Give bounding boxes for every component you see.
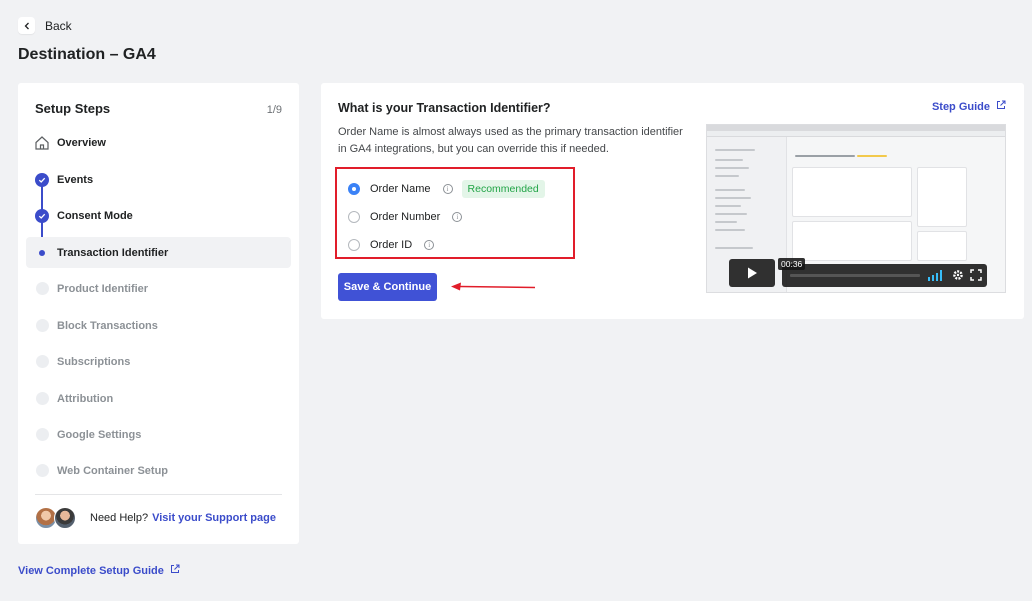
pending-step-dot bbox=[35, 392, 49, 405]
step-google-settings[interactable]: Google Settings bbox=[26, 419, 291, 450]
setup-guide-label[interactable]: View Complete Setup Guide bbox=[18, 565, 164, 577]
step-label: Product Identifier bbox=[57, 282, 149, 295]
step-label: Transaction Identifier bbox=[57, 246, 169, 259]
option-label[interactable]: Order Number bbox=[370, 211, 440, 223]
current-step-dot bbox=[39, 249, 45, 256]
step-label: Overview bbox=[57, 136, 106, 149]
video-time: 00:36 bbox=[778, 258, 806, 270]
avatar bbox=[54, 507, 76, 529]
step-events[interactable]: Events bbox=[26, 164, 291, 195]
option-label[interactable]: Order ID bbox=[370, 239, 412, 251]
steps-header: Setup Steps 1/9 bbox=[35, 101, 282, 116]
pending-step-dot bbox=[35, 464, 49, 477]
external-link-icon bbox=[170, 564, 180, 577]
step-product-identifier[interactable]: Product Identifier bbox=[26, 273, 291, 304]
pending-step-dot bbox=[35, 282, 49, 295]
save-continue-button[interactable]: Save & Continue bbox=[338, 273, 437, 301]
support-link[interactable]: Visit your Support page bbox=[152, 512, 276, 524]
step-label: Web Container Setup bbox=[57, 464, 169, 477]
option-label[interactable]: Order Name bbox=[370, 183, 431, 195]
arrow-left-icon bbox=[451, 282, 536, 291]
chevron-left-icon[interactable] bbox=[18, 17, 35, 34]
step-consent-mode[interactable]: Consent Mode bbox=[26, 200, 291, 231]
info-icon[interactable]: i bbox=[424, 240, 435, 250]
video-progress-bar[interactable] bbox=[790, 274, 920, 277]
setup-steps-panel: Setup Steps 1/9 Overview Events Consent … bbox=[18, 83, 299, 544]
radio-order-name[interactable] bbox=[348, 183, 360, 195]
info-icon[interactable]: i bbox=[452, 212, 463, 222]
back-link[interactable]: Back bbox=[18, 17, 72, 34]
option-order-id[interactable]: Order ID i bbox=[348, 237, 435, 253]
divider bbox=[35, 494, 282, 495]
step-web-container-setup[interactable]: Web Container Setup bbox=[26, 455, 291, 486]
pending-step-dot bbox=[35, 319, 49, 332]
step-label: Subscriptions bbox=[57, 355, 131, 368]
question-title: What is your Transaction Identifier? bbox=[338, 101, 551, 115]
fullscreen-icon[interactable] bbox=[970, 269, 982, 281]
pending-step-dot bbox=[35, 355, 49, 368]
info-icon[interactable]: i bbox=[442, 184, 453, 194]
step-label: Consent Mode bbox=[57, 209, 133, 222]
gear-icon[interactable] bbox=[952, 269, 964, 281]
step-label: Block Transactions bbox=[57, 319, 158, 332]
identifier-options: Order Name i Recommended Order Number i … bbox=[335, 167, 575, 259]
video-controls[interactable] bbox=[782, 264, 987, 287]
back-label[interactable]: Back bbox=[45, 19, 72, 33]
setup-guide-link[interactable]: View Complete Setup Guide bbox=[18, 564, 180, 577]
step-attribution[interactable]: Attribution bbox=[26, 383, 291, 414]
steps-title: Setup Steps bbox=[35, 101, 111, 116]
step-subscriptions[interactable]: Subscriptions bbox=[26, 346, 291, 377]
recommended-badge: Recommended bbox=[461, 180, 545, 198]
external-link-icon bbox=[996, 100, 1006, 113]
question-description: Order Name is almost always used as the … bbox=[338, 126, 683, 155]
help-text: Need Help? bbox=[90, 512, 149, 524]
play-icon[interactable] bbox=[729, 259, 775, 287]
pending-step-dot bbox=[35, 428, 49, 441]
step-label: Google Settings bbox=[57, 428, 142, 441]
step-overview[interactable]: Overview bbox=[26, 127, 291, 158]
radio-order-number[interactable] bbox=[348, 211, 360, 223]
radio-order-id[interactable] bbox=[348, 239, 360, 251]
steps-counter: 1/9 bbox=[266, 104, 282, 116]
option-order-number[interactable]: Order Number i bbox=[348, 209, 463, 225]
option-order-name[interactable]: Order Name i Recommended bbox=[348, 180, 545, 198]
home-icon bbox=[34, 135, 50, 151]
video-thumbnail[interactable]: 00:36 bbox=[706, 124, 1006, 293]
check-icon bbox=[35, 172, 49, 187]
transaction-identifier-panel: What is your Transaction Identifier? Ord… bbox=[321, 83, 1024, 319]
step-label: Events bbox=[57, 173, 94, 186]
step-label: Attribution bbox=[57, 392, 114, 405]
page-title: Destination – GA4 bbox=[18, 46, 156, 63]
step-transaction-identifier[interactable]: Transaction Identifier bbox=[26, 237, 291, 268]
volume-icon[interactable] bbox=[928, 269, 944, 281]
step-block-transactions[interactable]: Block Transactions bbox=[26, 310, 291, 341]
step-guide-label[interactable]: Step Guide bbox=[932, 101, 990, 113]
help-section: Need Help? Visit your Support page bbox=[35, 507, 276, 529]
step-guide-link[interactable]: Step Guide bbox=[932, 100, 1006, 113]
check-icon bbox=[35, 208, 49, 223]
